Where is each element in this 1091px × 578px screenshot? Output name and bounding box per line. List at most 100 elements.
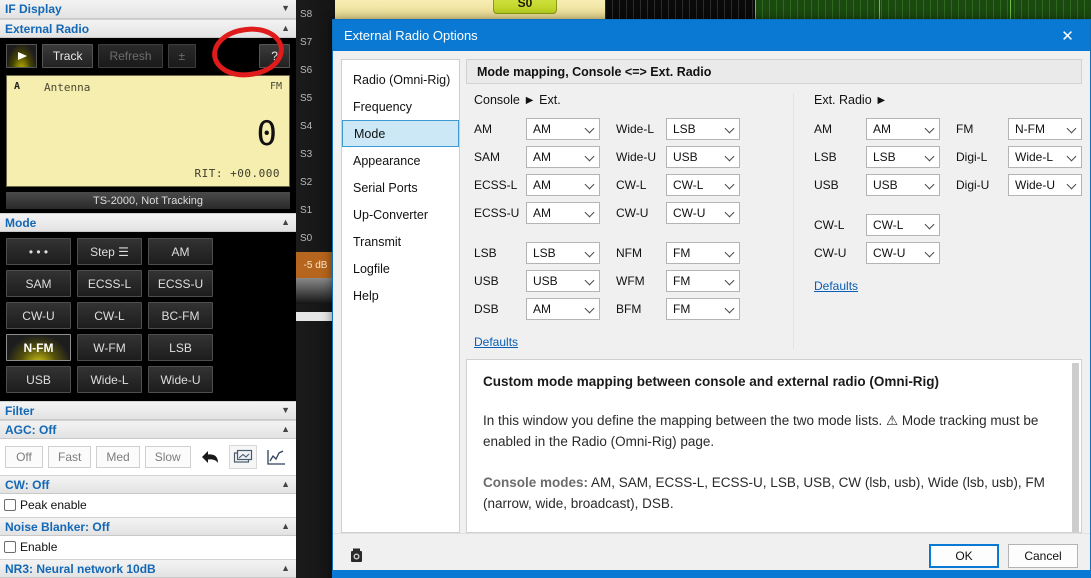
plus-minus-button[interactable]: ± — [168, 44, 197, 68]
mode-button-lsb[interactable]: LSB — [148, 334, 213, 361]
chevron-up-icon[interactable]: ▲ — [281, 217, 290, 227]
mapping-select-am[interactable]: AM — [526, 118, 600, 140]
line-chart-icon[interactable] — [262, 445, 290, 469]
panel-title-filter: Filter — [5, 404, 34, 418]
mapping-select-usb[interactable]: USB — [526, 270, 600, 292]
nav-item-serial-ports[interactable]: Serial Ports — [342, 174, 459, 201]
panel-header-mode[interactable]: Mode ▲ — [0, 213, 296, 232]
ext-mapping-select-cw-u[interactable]: CW-U — [866, 242, 940, 264]
ext-to-console-defaults-link[interactable]: Defaults — [814, 279, 940, 293]
mapping-select-lsb[interactable]: LSB — [526, 242, 600, 264]
dialog-titlebar[interactable]: External Radio Options ✕ — [333, 20, 1090, 51]
mapping-select-sam[interactable]: AM — [526, 146, 600, 168]
close-icon[interactable]: ✕ — [1045, 20, 1090, 51]
nav-item-transmit[interactable]: Transmit — [342, 228, 459, 255]
ext-mapping-select-lsb[interactable]: LSB — [866, 146, 940, 168]
nav-item-logfile[interactable]: Logfile — [342, 255, 459, 282]
ext-mapping-select-digi-u[interactable]: Wide-U — [1008, 174, 1082, 196]
agc-button-slow[interactable]: Slow — [145, 446, 191, 468]
description-scrollbar[interactable] — [1071, 361, 1080, 531]
chevron-down-icon[interactable]: ▼ — [281, 405, 290, 415]
mapping-select-wide-l[interactable]: LSB — [666, 118, 740, 140]
mode-button-wide-u[interactable]: Wide-U — [148, 366, 213, 393]
console-to-ext-column-1: AM AM SAM AM — [474, 117, 600, 349]
dialog-action-buttons: OK Cancel — [929, 544, 1078, 568]
agc-button-med[interactable]: Med — [96, 446, 139, 468]
spectrum-s0-marker[interactable]: S0 — [493, 0, 557, 14]
mode-button-cw-l[interactable]: CW-L — [77, 302, 142, 329]
cw-peak-enable-checkbox[interactable] — [4, 499, 16, 511]
nav-item-radio-omni-rig[interactable]: Radio (Omni-Rig) — [342, 66, 459, 93]
mode-button-ecss-u[interactable]: ECSS-U — [148, 270, 213, 297]
mode-button-step[interactable]: Step ☰ — [77, 238, 142, 265]
mode-button-sam[interactable]: SAM — [6, 270, 71, 297]
chevron-down-icon — [726, 181, 734, 189]
noise-blanker-enable-checkbox[interactable] — [4, 541, 16, 553]
mapping-value-bfm: FM — [673, 302, 690, 316]
mode-button-usb[interactable]: USB — [6, 366, 71, 393]
ext-mapping-value-digi-l: Wide-L — [1015, 150, 1053, 164]
mode-button-am[interactable]: AM — [148, 238, 213, 265]
agc-button-fast[interactable]: Fast — [48, 446, 91, 468]
noise-blanker-enable-row[interactable]: Enable — [0, 536, 296, 559]
panel-title-if-display: IF Display — [5, 2, 62, 16]
chevron-up-icon[interactable]: ▲ — [281, 424, 290, 434]
chevron-down-icon — [726, 125, 734, 133]
nav-item-mode[interactable]: Mode — [342, 120, 459, 147]
refresh-button[interactable]: Refresh — [98, 44, 162, 68]
help-button[interactable]: ? — [259, 44, 290, 68]
panel-header-nr3[interactable]: NR3: Neural network 10dB ▲ — [0, 559, 296, 578]
mapping-select-wide-u[interactable]: USB — [666, 146, 740, 168]
agc-button-off[interactable]: Off — [5, 446, 43, 468]
ext-mapping-row-lsb: LSB LSB — [814, 145, 940, 169]
chevron-up-icon[interactable]: ▲ — [281, 521, 290, 531]
mapping-select-nfm[interactable]: FM — [666, 242, 740, 264]
mapping-select-cw-l[interactable]: CW-L — [666, 174, 740, 196]
power-toggle-button[interactable] — [6, 44, 37, 68]
ok-button[interactable]: OK — [929, 544, 999, 568]
mode-button-n-fm[interactable]: N-FM — [6, 334, 71, 361]
mapping-select-ecss-u[interactable]: AM — [526, 202, 600, 224]
nav-item-up-converter[interactable]: Up-Converter — [342, 201, 459, 228]
panel-header-filter[interactable]: Filter ▼ — [0, 401, 296, 420]
scrollbar-thumb[interactable] — [1072, 363, 1079, 533]
panel-header-if-display[interactable]: IF Display ▼ — [0, 0, 296, 19]
cancel-button[interactable]: Cancel — [1008, 544, 1078, 568]
track-button[interactable]: Track — [42, 44, 94, 68]
mapping-select-wfm[interactable]: FM — [666, 270, 740, 292]
mapping-select-bfm[interactable]: FM — [666, 298, 740, 320]
ext-mapping-select-digi-l[interactable]: Wide-L — [1008, 146, 1082, 168]
ext-mapping-select-usb[interactable]: USB — [866, 174, 940, 196]
undo-arrow-icon[interactable] — [196, 445, 224, 469]
chevron-down-icon — [926, 153, 934, 161]
lcd-frequency-value: 0 — [257, 114, 277, 154]
nav-item-help[interactable]: Help — [342, 282, 459, 309]
panel-header-noise-blanker[interactable]: Noise Blanker: Off ▲ — [0, 517, 296, 536]
mode-button-cw-u[interactable]: CW-U — [6, 302, 71, 329]
mode-button-wide-l[interactable]: Wide-L — [77, 366, 142, 393]
chevron-up-icon[interactable]: ▲ — [281, 479, 290, 489]
cw-peak-enable-row[interactable]: Peak enable — [0, 494, 296, 517]
nav-item-frequency[interactable]: Frequency — [342, 93, 459, 120]
mapping-select-cw-u[interactable]: CW-U — [666, 202, 740, 224]
camera-icon[interactable] — [347, 546, 369, 566]
chevron-up-icon[interactable]: ▲ — [281, 563, 290, 573]
chevron-up-icon[interactable]: ▲ — [281, 23, 290, 33]
mode-button-more[interactable]: • • • — [6, 238, 71, 265]
panel-header-external-radio[interactable]: External Radio ▲ — [0, 19, 296, 38]
mapping-value-cw-l: CW-L — [673, 178, 703, 192]
panel-header-cw[interactable]: CW: Off ▲ — [0, 475, 296, 494]
mode-button-w-fm[interactable]: W-FM — [77, 334, 142, 361]
panel-header-agc[interactable]: AGC: Off ▲ — [0, 420, 296, 439]
ext-mapping-select-cw-l[interactable]: CW-L — [866, 214, 940, 236]
nav-item-appearance[interactable]: Appearance — [342, 147, 459, 174]
mapping-select-ecss-l[interactable]: AM — [526, 174, 600, 196]
ext-mapping-select-fm[interactable]: N-FM — [1008, 118, 1082, 140]
mode-button-bc-fm[interactable]: BC-FM — [148, 302, 213, 329]
mapping-select-dsb[interactable]: AM — [526, 298, 600, 320]
chevron-down-icon[interactable]: ▼ — [281, 3, 290, 13]
ext-mapping-select-am[interactable]: AM — [866, 118, 940, 140]
memory-card-icon[interactable] — [229, 445, 257, 469]
console-to-ext-defaults-link[interactable]: Defaults — [474, 335, 600, 349]
mode-button-ecss-l[interactable]: ECSS-L — [77, 270, 142, 297]
